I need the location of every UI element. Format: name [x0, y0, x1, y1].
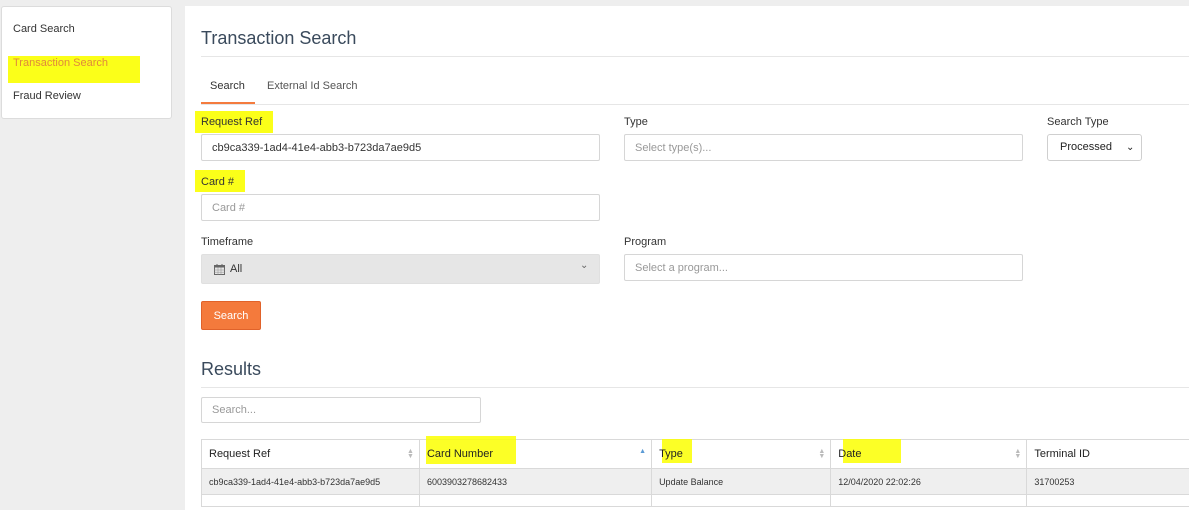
- column-header-request-ref[interactable]: Request Ref ▲ ▼: [201, 439, 420, 469]
- card-number-input[interactable]: [201, 194, 600, 221]
- program-label: Program: [624, 236, 667, 248]
- results-search-input[interactable]: [201, 397, 481, 423]
- results-title: Results: [201, 359, 262, 379]
- cell-type: Update Balance: [651, 468, 832, 495]
- results-divider: [201, 387, 1189, 388]
- title-divider: [201, 56, 1189, 57]
- timeframe-label: Timeframe: [201, 236, 254, 248]
- timeframe-picker[interactable]: All ⌄: [201, 254, 600, 284]
- chevron-down-icon: ⌄: [580, 260, 589, 271]
- sort-icon: ▲ ▼: [818, 448, 826, 460]
- card-label: Card #: [201, 176, 235, 188]
- sidebar-item-fraud-review[interactable]: Fraud Review: [13, 90, 81, 102]
- cell-card-number: 6003903278682433: [418, 468, 653, 495]
- timeframe-value: All: [230, 263, 243, 275]
- sort-icon: ▲ ▼: [1014, 448, 1022, 460]
- cell-terminal-id: 31700253: [1026, 468, 1189, 495]
- cell-request-ref: cb9ca339-1ad4-41e4-abb3-b723da7ae9d5: [201, 468, 420, 495]
- sidebar: Card Search Transaction Search Fraud Rev…: [1, 6, 172, 119]
- sidebar-item-card-search[interactable]: Card Search: [13, 23, 75, 35]
- main-panel: Transaction Search Search External Id Se…: [185, 6, 1189, 510]
- sort-ascending-icon: ▲: [639, 448, 647, 455]
- page-title: Transaction Search: [201, 28, 357, 48]
- search-type-label: Search Type: [1047, 116, 1109, 128]
- request-ref-label: Request Ref: [201, 116, 263, 128]
- chevron-down-icon: ⌄: [1126, 142, 1135, 153]
- sidebar-item-transaction-search[interactable]: Transaction Search: [13, 57, 108, 69]
- tabs-divider: [201, 104, 1189, 105]
- request-ref-input[interactable]: [201, 134, 600, 161]
- sort-icon: ▲ ▼: [407, 448, 414, 460]
- table-footer-row: [201, 494, 1189, 507]
- search-type-dropdown[interactable]: Processed ⌄: [1047, 134, 1142, 161]
- table-header-row: Request Ref ▲ ▼ Card Number ▲ Type ▲ ▼ Date ▲ ▼…: [201, 439, 1189, 469]
- search-button[interactable]: Search: [201, 301, 261, 330]
- program-select[interactable]: [624, 254, 1023, 281]
- column-header-terminal-id[interactable]: Terminal ID: [1026, 439, 1189, 469]
- cell-date: 12/04/2020 22:02:26: [830, 468, 1028, 495]
- search-type-value: Processed: [1060, 141, 1112, 153]
- type-label: Type: [624, 116, 648, 128]
- tab-external-id-search[interactable]: External Id Search: [267, 80, 358, 92]
- tab-search[interactable]: Search: [210, 80, 245, 92]
- type-select[interactable]: [624, 134, 1023, 161]
- table-row[interactable]: cb9ca339-1ad4-41e4-abb3-b723da7ae9d5 600…: [201, 468, 1189, 495]
- calendar-icon: [214, 264, 225, 275]
- results-table: Request Ref ▲ ▼ Card Number ▲ Type ▲ ▼ Date ▲ ▼…: [201, 439, 1189, 507]
